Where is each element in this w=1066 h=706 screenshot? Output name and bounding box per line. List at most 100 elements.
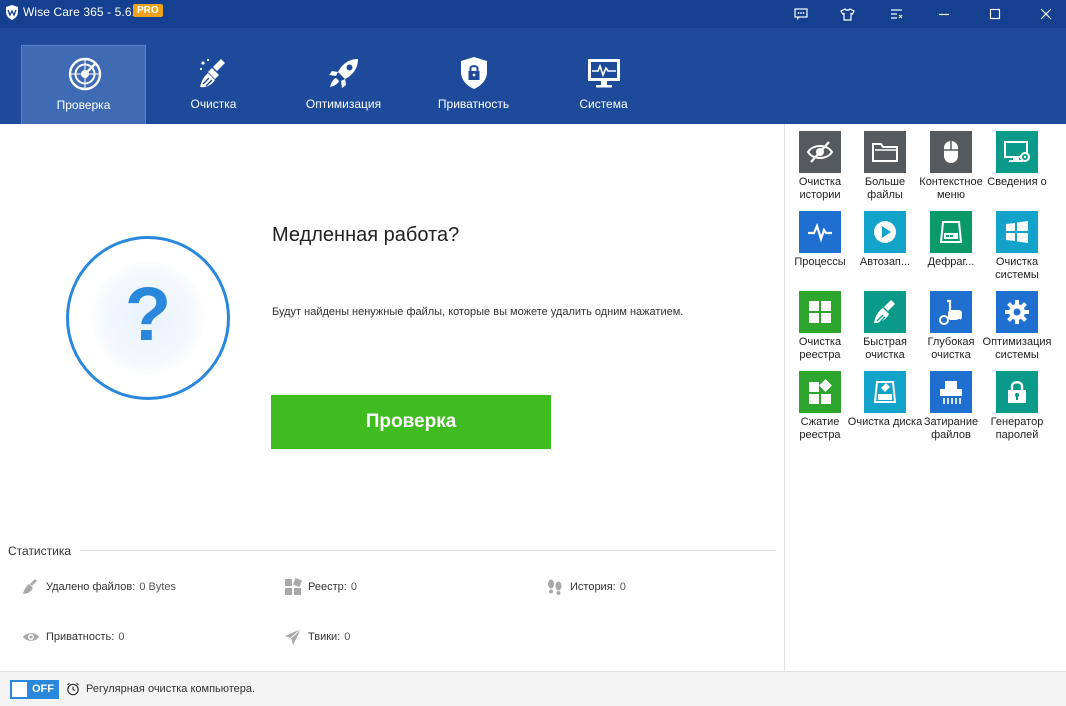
tool-label: Больше файлы [864, 176, 906, 201]
stat-label: История: [570, 581, 616, 593]
stat-value: 0 Bytes [139, 581, 177, 593]
tools-panel: Очистка истории Больше файлы Контекстное… [784, 124, 1066, 671]
rocket-icon [329, 59, 358, 88]
tool-registry-cleaner[interactable]: Очистка реестра [788, 284, 852, 362]
footprints-icon [548, 579, 562, 595]
grid-icon [809, 301, 831, 323]
alarm-clock-icon [67, 682, 79, 696]
schedule-text: Регулярная очистка компьютера. [86, 683, 256, 695]
registry-icon [285, 578, 302, 595]
broom-icon [23, 579, 37, 594]
stat-value: 0 [118, 631, 125, 643]
feedback-icon [794, 7, 808, 20]
maximize-icon [989, 8, 1001, 20]
menu-icon [890, 9, 902, 19]
tool-registry-defrag[interactable]: Сжатие реестра [788, 364, 852, 442]
tool-startup[interactable]: Автозап... [853, 204, 917, 282]
tool-label: Дефраг... [927, 256, 975, 268]
nav-tab-optimization[interactable]: Оптимизация [281, 45, 406, 124]
tool-label: Затирание файлов [923, 416, 979, 441]
tool-system-info[interactable]: Сведения о [985, 124, 1049, 202]
auto-clean-toggle[interactable]: OFF [10, 680, 59, 699]
broom-icon [199, 58, 225, 88]
eye-icon [23, 633, 39, 641]
pro-badge: PRO [133, 4, 163, 17]
nav-tab-checkup[interactable]: Проверка [21, 45, 146, 124]
description: Будут найдены ненужные файлы, которые вы… [272, 306, 684, 318]
compress-grid-icon [809, 379, 832, 404]
padlock-icon [1008, 381, 1026, 403]
tool-disk-cleanup[interactable]: Очистка диска [848, 364, 922, 442]
tool-file-shredder[interactable]: Затирание файлов [919, 364, 983, 442]
tool-label: Очистка системы [995, 256, 1039, 281]
scan-button[interactable]: Проверка [271, 395, 551, 449]
nav-tab-cleanup[interactable]: Очистка [151, 45, 276, 124]
disk-clean-icon [873, 381, 897, 403]
tool-system-optimization[interactable]: Оптимизация системы [983, 284, 1051, 362]
stat-value: 0 [619, 581, 626, 593]
tool-label: Очистка диска [847, 416, 923, 428]
tool-deep-cleanup[interactable]: Глубокая очистка [919, 284, 983, 362]
tool-quick-cleanup[interactable]: Быстрая очистка [853, 284, 917, 362]
app-logo-icon [6, 5, 18, 20]
stats-title: Статистика [8, 544, 72, 558]
stat-label: Твики: [308, 631, 341, 643]
question-mark-icon: ? [124, 272, 172, 357]
windows-icon [1006, 221, 1028, 243]
stat-value: 0 [350, 581, 357, 593]
tool-label: Глубокая очистка [927, 336, 975, 361]
stat-privacy: Приватность: 0 [22, 627, 124, 647]
stat-deleted-files: Удалено файлов: 0 Bytes [22, 577, 176, 597]
nav-tab-privacy[interactable]: Приватность [411, 45, 536, 124]
nav-label: Очистка [190, 97, 237, 111]
monitor-gear-icon [1004, 141, 1030, 162]
stats-divider [80, 550, 776, 551]
nav-label: Оптимизация [305, 97, 382, 111]
close-icon [1040, 8, 1052, 20]
tool-password-generator[interactable]: Генератор паролей [985, 364, 1049, 442]
shield-lock-icon [461, 57, 487, 89]
tool-processes[interactable]: Процессы [788, 204, 852, 282]
nav-label: Система [579, 97, 628, 111]
stat-label: Приватность: [46, 631, 115, 643]
nav-label: Приватность [437, 97, 510, 111]
nav-label: Проверка [56, 98, 111, 112]
tool-context-menu[interactable]: Контекстное меню [919, 124, 983, 202]
close-button[interactable] [1026, 0, 1066, 28]
gear-icon [1005, 300, 1029, 324]
tool-history-cleaner[interactable]: Очистка истории [788, 124, 852, 202]
tool-large-files[interactable]: Больше файлы [853, 124, 917, 202]
tool-system-cleanup[interactable]: Очистка системы [985, 204, 1049, 282]
stat-registry: Реестр: 0 [284, 577, 357, 597]
minimize-icon [939, 13, 949, 16]
disk-icon [939, 221, 963, 243]
monitor-icon [588, 59, 620, 88]
tool-label: Автозап... [859, 256, 911, 268]
eye-slash-icon [806, 141, 834, 163]
skin-icon [839, 7, 855, 21]
nav-tab-system[interactable]: Система [541, 45, 666, 124]
app-title: Wise Care 365 - 5.6.7 [23, 5, 142, 19]
feedback-button[interactable] [781, 0, 821, 28]
minimize-button[interactable] [924, 0, 964, 28]
shredder-icon [940, 381, 962, 404]
tool-label: Сведения о [987, 176, 1047, 188]
skin-button[interactable] [827, 0, 867, 28]
stat-tweaks: Твики: 0 [284, 627, 350, 647]
tool-label: Контекстное меню [919, 176, 983, 201]
folder-icon [872, 143, 898, 162]
paper-plane-icon [285, 628, 302, 645]
mouse-icon [944, 141, 958, 163]
main-nav: Проверка Очистка Оптимизация Приватность… [0, 28, 1066, 124]
broom-icon [874, 300, 895, 323]
checkup-panel: ? Медленная работа? Будут найдены ненужн… [0, 124, 784, 671]
maximize-button[interactable] [975, 0, 1015, 28]
menu-button[interactable] [876, 0, 916, 28]
vacuum-icon [939, 299, 962, 325]
toggle-label: OFF [32, 683, 54, 695]
tool-defrag[interactable]: Дефраг... [919, 204, 983, 282]
tool-label: Быстрая очистка [863, 336, 907, 361]
play-icon [874, 221, 896, 243]
tool-label: Генератор паролей [990, 416, 1044, 441]
app-window: Wise Care 365 - 5.6.7 PRO Проверка Очист… [0, 0, 1066, 706]
